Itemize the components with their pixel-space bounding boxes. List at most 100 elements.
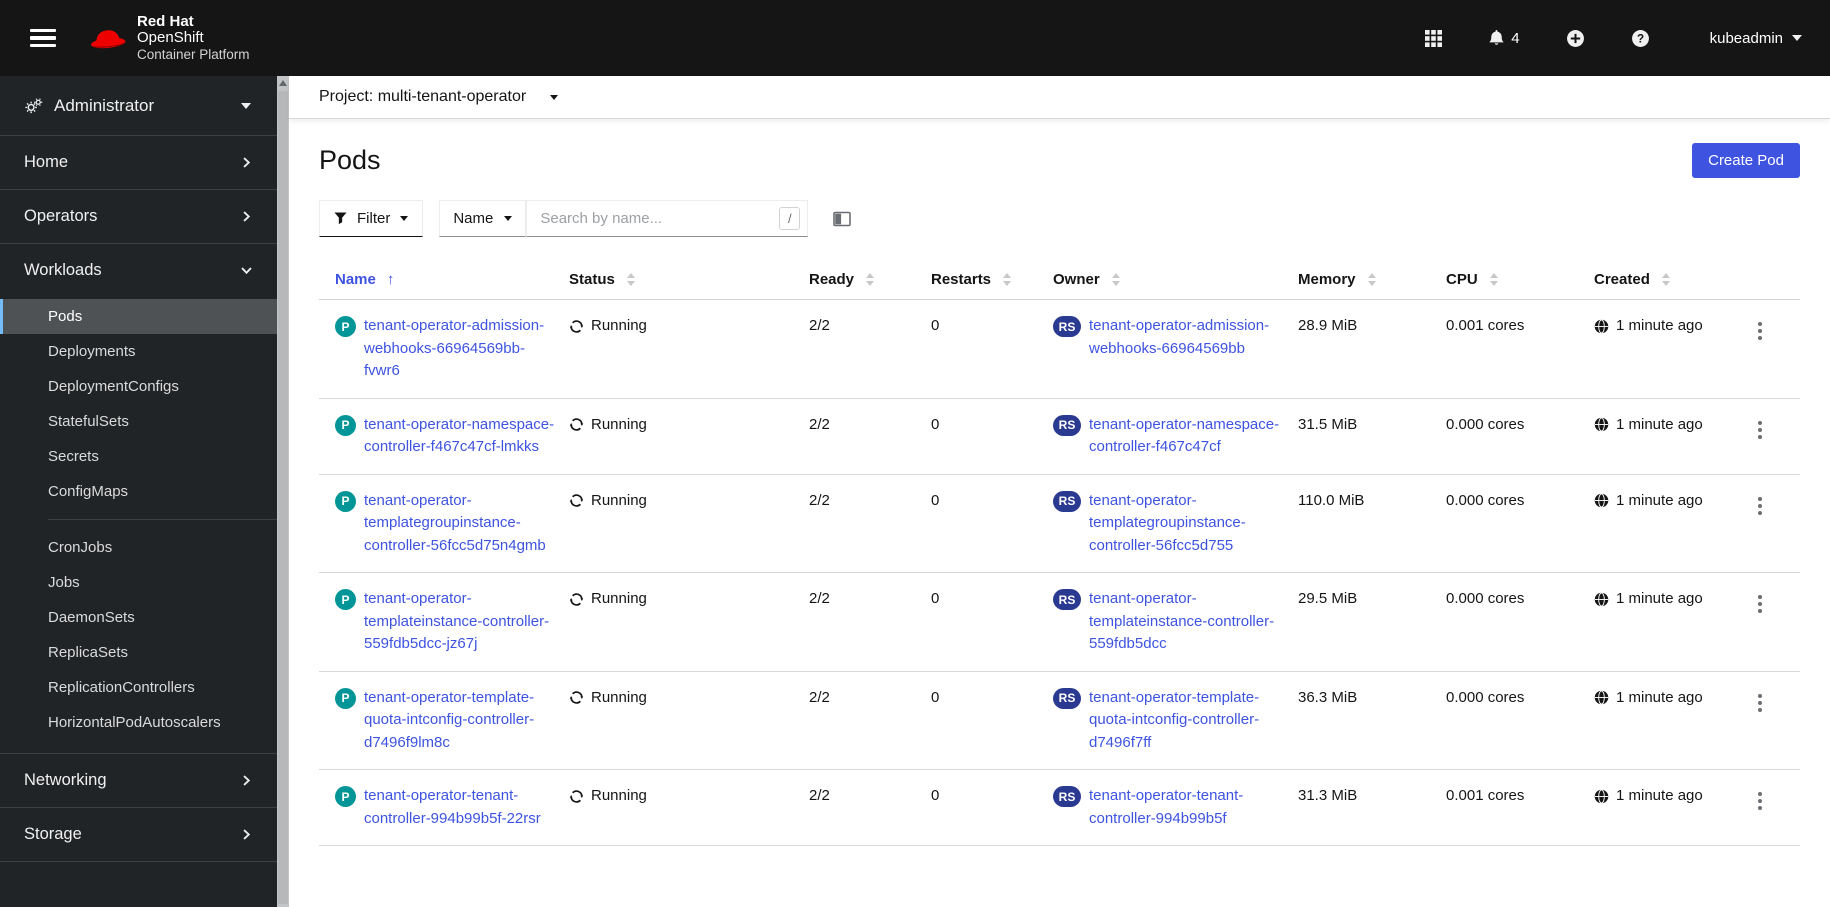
created-text: 1 minute ago: [1616, 415, 1703, 433]
column-header-restarts[interactable]: Restarts: [931, 271, 1012, 288]
column-header-memory[interactable]: Memory: [1298, 271, 1377, 288]
owner-cell: RS tenant-operator-templategroupinstance…: [1053, 474, 1298, 573]
row-actions-kebab[interactable]: [1752, 317, 1768, 345]
created-text: 1 minute ago: [1616, 491, 1703, 509]
replicaset-badge: RS: [1053, 316, 1081, 337]
pod-link[interactable]: tenant-operator-templategroupinstance-co…: [364, 490, 559, 558]
owner-link[interactable]: tenant-operator-namespace-controller-f46…: [1089, 414, 1288, 459]
sidebar-item-replicationcontrollers[interactable]: ReplicationControllers: [0, 670, 277, 705]
ready-cell: 2/2: [809, 398, 931, 475]
table-row: P tenant-operator-templateinstance-contr…: [319, 572, 1800, 672]
owner-link[interactable]: tenant-operator-template-quota-intconfig…: [1089, 687, 1288, 755]
column-header-ready[interactable]: Ready: [809, 271, 875, 288]
row-actions-kebab[interactable]: [1752, 787, 1768, 815]
toolbar: Filter Name /: [319, 200, 1800, 237]
status-text: Running: [591, 317, 647, 334]
manage-columns-button[interactable]: [829, 207, 855, 231]
pod-link[interactable]: tenant-operator-tenant-controller-994b99…: [364, 785, 559, 830]
memory-cell: 110.0 MiB: [1298, 474, 1446, 573]
sidebar-item-home[interactable]: Home: [0, 136, 277, 189]
brand-line1: Red Hat: [137, 12, 194, 30]
sidebar-item-deploymentconfigs[interactable]: DeploymentConfigs: [0, 369, 277, 404]
owner-link[interactable]: tenant-operator-admission-webhooks-66964…: [1089, 315, 1288, 360]
nav-section-divider: [48, 519, 277, 520]
pod-badge: P: [335, 414, 356, 436]
status-text: Running: [591, 491, 647, 509]
pod-badge: P: [335, 687, 356, 709]
sidebar-scrollbar[interactable]: [277, 76, 289, 907]
chevron-down-icon: [241, 102, 251, 109]
ready-cell: 2/2: [809, 299, 931, 399]
sidebar-item-daemonsets[interactable]: DaemonSets: [0, 600, 277, 635]
pod-name-cell: P tenant-operator-templategroupinstance-…: [319, 474, 569, 573]
pod-link[interactable]: tenant-operator-template-quota-intconfig…: [364, 687, 559, 755]
column-header-owner[interactable]: Owner: [1053, 271, 1121, 288]
owner-cell: RS tenant-operator-templateinstance-cont…: [1053, 572, 1298, 672]
sidebar-item-configmaps[interactable]: ConfigMaps: [0, 474, 277, 509]
pod-badge: P: [335, 316, 356, 337]
search-type-dropdown[interactable]: Name: [439, 200, 527, 237]
sidebar-item-jobs[interactable]: Jobs: [0, 565, 277, 600]
pod-link[interactable]: tenant-operator-admission-webhooks-66964…: [364, 315, 559, 383]
column-header-name[interactable]: Name ↑: [335, 271, 394, 288]
owner-link[interactable]: tenant-operator-templateinstance-control…: [1089, 588, 1288, 656]
owner-cell: RS tenant-operator-tenant-controller-994…: [1053, 769, 1298, 846]
search-input[interactable]: [527, 210, 780, 227]
perspective-label: Administrator: [54, 95, 155, 115]
sidebar-item-replicasets[interactable]: ReplicaSets: [0, 635, 277, 670]
column-header-cpu[interactable]: CPU: [1446, 271, 1499, 288]
restarts-cell: 0: [931, 572, 1053, 672]
running-sync-icon: [569, 790, 584, 803]
filter-dropdown[interactable]: Filter: [319, 200, 424, 237]
notification-count: 4: [1511, 29, 1520, 47]
sidebar-item-statefulsets[interactable]: StatefulSets: [0, 404, 277, 439]
perspective-switcher[interactable]: Administrator: [0, 76, 277, 136]
row-actions-kebab[interactable]: [1752, 689, 1768, 717]
running-sync-icon: [569, 418, 584, 431]
sidebar-item-deployments[interactable]: Deployments: [0, 334, 277, 369]
sidebar-item-secrets[interactable]: Secrets: [0, 439, 277, 474]
create-pod-button[interactable]: Create Pod: [1692, 143, 1800, 178]
pod-link[interactable]: tenant-operator-namespace-controller-f46…: [364, 414, 559, 459]
memory-cell: 31.3 MiB: [1298, 769, 1446, 846]
column-header-status[interactable]: Status: [569, 271, 636, 288]
owner-link[interactable]: tenant-operator-templategroupinstance-co…: [1089, 490, 1288, 558]
sidebar-item-workloads[interactable]: Workloads: [0, 244, 277, 297]
running-sync-icon: [569, 320, 584, 333]
sidebar-item-pods[interactable]: Pods: [0, 299, 277, 334]
user-menu-button[interactable]: kubeadmin: [1708, 28, 1804, 49]
chevron-right-icon: [241, 267, 252, 275]
row-actions-kebab[interactable]: [1752, 416, 1768, 444]
notifications-button[interactable]: 4: [1486, 27, 1521, 49]
sidebar-item-cronjobs[interactable]: CronJobs: [0, 530, 277, 565]
app-launcher-button[interactable]: [1423, 28, 1444, 49]
sidebar-item-operators[interactable]: Operators: [0, 190, 277, 243]
timestamp-globe-icon: [1594, 319, 1609, 334]
column-header-label: Ready: [809, 271, 855, 288]
add-button[interactable]: [1564, 27, 1587, 50]
pods-table: Name ↑ Status Ready Restarts Owner Memor…: [319, 261, 1800, 846]
brand-logo[interactable]: Red Hat OpenShift Container Platform: [88, 12, 250, 63]
help-button[interactable]: ?: [1629, 27, 1652, 50]
scrollbar-thumb[interactable]: [278, 91, 288, 904]
nav-toggle-button[interactable]: [24, 23, 62, 54]
sidebar-item-networking[interactable]: Networking: [0, 754, 277, 807]
owner-link[interactable]: tenant-operator-tenant-controller-994b99…: [1089, 785, 1288, 830]
created-text: 1 minute ago: [1616, 317, 1703, 334]
created-text: 1 minute ago: [1616, 590, 1703, 607]
sidebar-item-storage[interactable]: Storage: [0, 808, 277, 861]
column-header-created[interactable]: Created: [1594, 271, 1671, 288]
row-actions-kebab[interactable]: [1752, 492, 1768, 520]
pod-link[interactable]: tenant-operator-templateinstance-control…: [364, 588, 559, 656]
scrollbar-up-arrow-icon[interactable]: [277, 80, 289, 86]
bell-icon: [1489, 30, 1504, 45]
cpu-cell: 0.000 cores: [1446, 671, 1594, 770]
sidebar-item-horizontalpodautoscalers[interactable]: HorizontalPodAutoscalers: [0, 705, 277, 740]
timestamp-globe-icon: [1594, 417, 1609, 432]
chevron-down-icon: [1792, 35, 1802, 41]
row-actions-kebab[interactable]: [1752, 590, 1768, 618]
project-selector[interactable]: Project: multi-tenant-operator: [319, 88, 559, 106]
chevron-right-icon: [243, 775, 251, 786]
table-row: P tenant-operator-admission-webhooks-669…: [319, 299, 1800, 399]
plus-circle-icon: [1566, 29, 1584, 47]
